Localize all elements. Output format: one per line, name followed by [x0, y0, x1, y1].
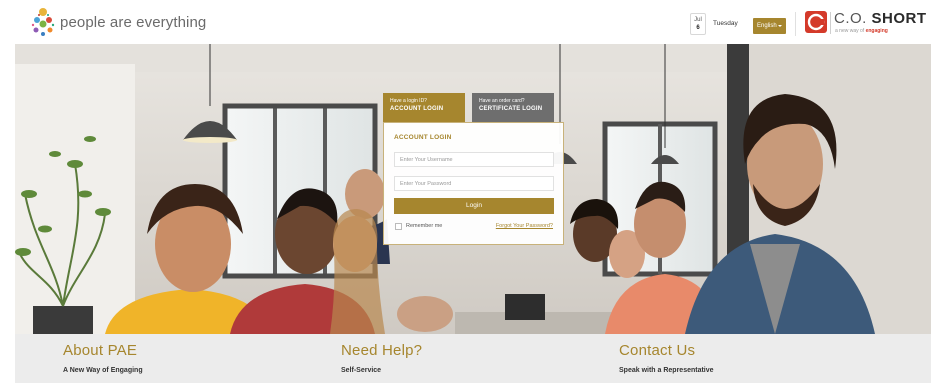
- company-tagline-bold: engaging: [865, 28, 888, 34]
- tab-account-login[interactable]: Have a login ID? ACCOUNT LOGIN: [383, 93, 465, 122]
- site-footer: About PAE A New Way of Engaging Need Hel…: [15, 334, 931, 383]
- footer-contact: Contact Us Speak with a Representative: [619, 342, 714, 374]
- company-tagline: a new way of engaging: [835, 28, 888, 34]
- chevron-down-icon: [778, 25, 782, 27]
- company-name: C.O. SHORT: [834, 10, 927, 27]
- footer-help-title[interactable]: Need Help?: [341, 342, 422, 359]
- site-header: people are everything Jul 6 Tuesday Engl…: [0, 0, 937, 44]
- date-day: 6: [696, 25, 700, 31]
- company-name-light: C.O.: [834, 10, 867, 27]
- header-divider: [795, 12, 796, 36]
- people-logo-icon[interactable]: [30, 6, 56, 38]
- footer-about-subtitle[interactable]: A New Way of Engaging: [63, 367, 143, 374]
- login-panel: ACCOUNT LOGIN Login Remember me Forgot Y…: [383, 122, 564, 245]
- brand-divider: [830, 12, 831, 34]
- weekday-label: Tuesday: [713, 20, 738, 27]
- footer-help-subtitle[interactable]: Self-Service: [341, 367, 422, 374]
- language-dropdown[interactable]: English: [753, 18, 786, 34]
- footer-help: Need Help? Self-Service: [341, 342, 422, 374]
- tab-account-label: ACCOUNT LOGIN: [390, 106, 444, 112]
- remember-me-checkbox[interactable]: [395, 223, 402, 230]
- footer-about: About PAE A New Way of Engaging: [63, 342, 143, 374]
- remember-me-label[interactable]: Remember me: [406, 223, 442, 229]
- tab-certificate-login[interactable]: Have an order card? CERTIFICATE LOGIN: [472, 93, 554, 122]
- tab-certificate-label: CERTIFICATE LOGIN: [479, 106, 543, 112]
- date-month: Jul: [694, 17, 702, 23]
- date-badge: Jul 6: [690, 13, 706, 35]
- login-button[interactable]: Login: [394, 198, 554, 214]
- password-input[interactable]: [394, 176, 554, 191]
- logo-text: people are everything: [60, 14, 207, 31]
- footer-about-title[interactable]: About PAE: [63, 342, 143, 359]
- login-panel-title: ACCOUNT LOGIN: [394, 134, 452, 141]
- company-tagline-prefix: a new way of: [835, 28, 865, 34]
- footer-contact-subtitle[interactable]: Speak with a Representative: [619, 367, 714, 374]
- footer-contact-title[interactable]: Contact Us: [619, 342, 714, 359]
- forgot-password-link[interactable]: Forgot Your Password?: [496, 223, 553, 229]
- language-label: English: [757, 23, 777, 29]
- co-short-logo-icon: [805, 11, 827, 33]
- tab-certificate-prelabel: Have an order card?: [479, 98, 525, 104]
- username-input[interactable]: [394, 152, 554, 167]
- company-name-bold: SHORT: [871, 10, 927, 27]
- tab-account-prelabel: Have a login ID?: [390, 98, 427, 104]
